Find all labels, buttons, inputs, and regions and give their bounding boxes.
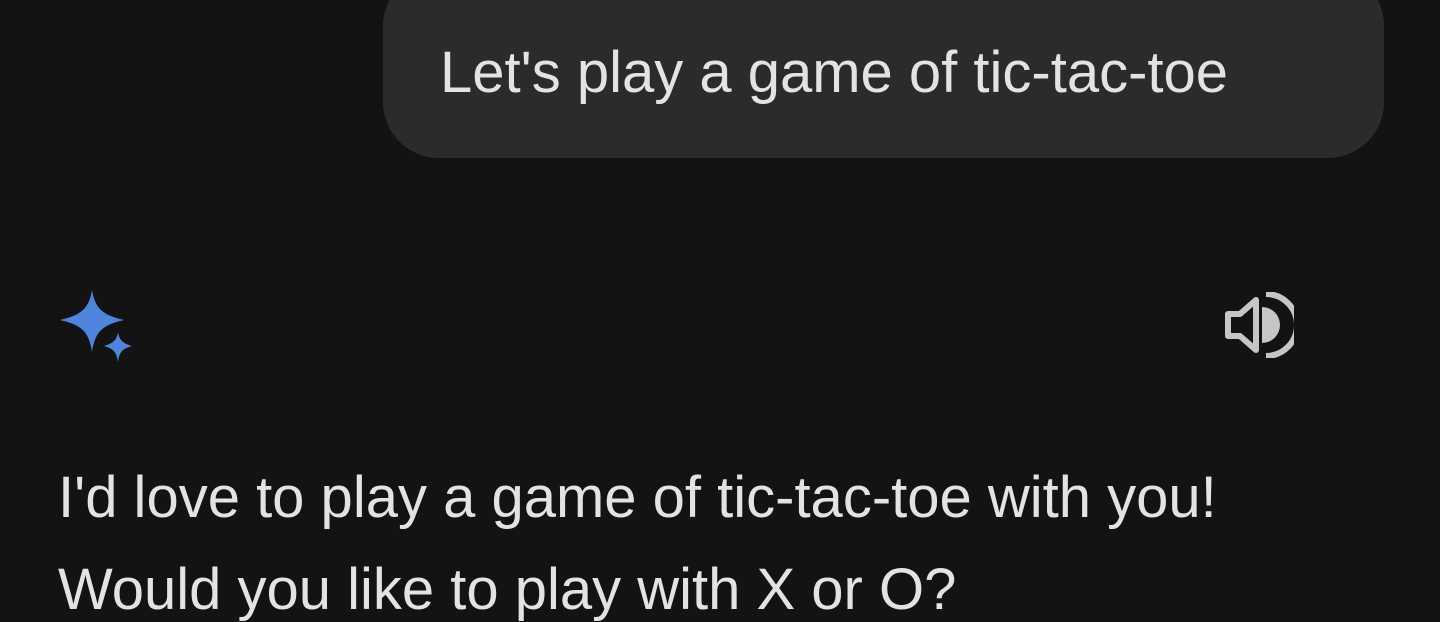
sparkle-small-star — [104, 332, 132, 362]
speaker-icon[interactable] — [1222, 292, 1294, 358]
user-message-text: Let's play a game of tic-tac-toe — [440, 40, 1229, 105]
assistant-response-line-2: Would you like to play with X or O? — [58, 557, 957, 622]
assistant-response-line-1: I'd love to play a game of tic-tac-toe w… — [58, 465, 1217, 530]
chat-screen: Let's play a game of tic-tac-toe I'd lov… — [0, 0, 1440, 622]
assistant-response: I'd love to play a game of tic-tac-toe w… — [58, 452, 1398, 622]
sparkle-icon — [60, 290, 132, 362]
